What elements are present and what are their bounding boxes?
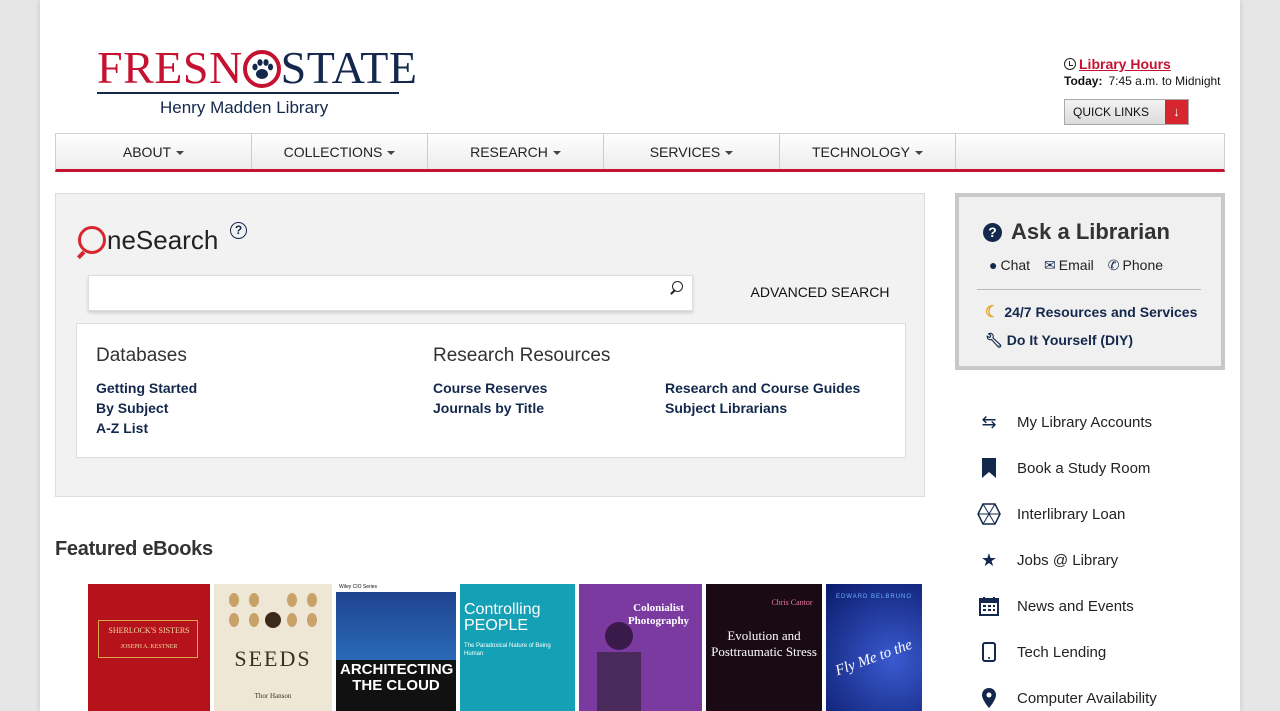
caret-down-icon [552, 151, 561, 155]
link-getting-started[interactable]: Getting Started [96, 380, 197, 396]
onesearch-panel: neSearch ? ADVANCED SEARCH Databases Get… [55, 193, 925, 497]
resources-247-link[interactable]: ☾ 24/7 Resources and Services [985, 302, 1197, 322]
side-link-interlibrary-loan[interactable]: Interlibrary Loan [976, 502, 1125, 526]
logo-divider [97, 92, 399, 94]
diy-link[interactable]: 🔧︎ Do It Yourself (DIY) [985, 332, 1133, 349]
quick-links-button[interactable]: QUICK LINKS ↓ [1064, 99, 1189, 125]
side-link-computer-availability[interactable]: Computer Availability [976, 686, 1157, 710]
envelope-icon: ✉ [1044, 257, 1056, 273]
page: FRESN STATE Henry Madden Library Library… [40, 0, 1240, 711]
ask-a-librarian-panel: ? Ask a Librarian ● Chat ✉ Email ✆ Phone ☾ 24… [955, 193, 1225, 370]
side-link-jobs[interactable]: ★ Jobs @ Library [976, 548, 1118, 572]
main-nav: ABOUT COLLECTIONS RESEARCH SERVICES TECH… [55, 133, 1225, 172]
logo-subtitle: Henry Madden Library [160, 98, 329, 117]
star-icon: ★ [980, 549, 998, 570]
side-link-news-events[interactable]: News and Events [976, 594, 1134, 618]
resources-box: Databases Getting Started By Subject A-Z… [76, 323, 906, 458]
research-resources-heading: Research Resources [433, 345, 611, 366]
ebook-cover[interactable]: Wiley CIO Series ARCHITECTING THE CLOUD [336, 584, 456, 711]
link-journals-by-title[interactable]: Journals by Title [433, 400, 544, 416]
ebook-cover[interactable]: Colonialist Photography [579, 584, 702, 711]
link-course-reserves[interactable]: Course Reserves [433, 380, 547, 396]
link-a-z-list[interactable]: A-Z List [96, 420, 148, 436]
onesearch-magnifier-icon [78, 226, 106, 254]
globe-icon [976, 502, 1002, 526]
side-link-tech-lending[interactable]: Tech Lending [976, 640, 1106, 664]
databases-heading: Databases [96, 345, 187, 366]
logo-title: FRESN STATE [97, 42, 418, 93]
tablet-icon [976, 640, 1002, 664]
caret-down-icon [915, 151, 923, 155]
ebook-cover[interactable]: Chris Cantor Evolution and Posttraumatic… [706, 584, 822, 711]
moon-icon: ☾ [985, 304, 1000, 321]
clock-icon [1064, 58, 1076, 70]
email-link[interactable]: ✉ Email [1044, 257, 1094, 274]
contact-options: ● Chat ✉ Email ✆ Phone [989, 257, 1163, 274]
ebook-cover[interactable]: SHERLOCK'S SISTERS JOSEPH A. KESTNER [88, 584, 210, 711]
caret-down-icon [725, 151, 734, 155]
nav-technology[interactable]: TECHNOLOGY [780, 134, 956, 169]
advanced-search-button[interactable]: ADVANCED SEARCH [748, 274, 892, 310]
map-marker-icon [976, 686, 1002, 710]
search-icon[interactable] [666, 278, 688, 300]
caret-down-icon [176, 151, 185, 155]
search-input[interactable] [88, 275, 693, 311]
ask-a-librarian-title[interactable]: ? Ask a Librarian [983, 219, 1170, 245]
phone-icon: ✆ [1107, 257, 1120, 273]
help-icon[interactable]: ? [230, 222, 247, 239]
nav-services[interactable]: SERVICES [604, 134, 780, 169]
chat-link[interactable]: ● Chat [989, 257, 1030, 274]
bulldog-paw-icon [242, 50, 281, 88]
arrow-down-icon: ↓ [1165, 100, 1188, 124]
side-link-study-room[interactable]: Book a Study Room [976, 456, 1150, 480]
divider [977, 289, 1201, 290]
nav-research[interactable]: RESEARCH [428, 134, 604, 169]
link-subject-librarians[interactable]: Subject Librarians [665, 400, 787, 416]
library-hours-link[interactable]: Library Hours [1079, 56, 1171, 72]
question-circle-icon: ? [983, 222, 1002, 242]
phone-link[interactable]: ✆ Phone [1108, 257, 1163, 274]
calendar-icon [976, 594, 1002, 618]
library-hours: Library Hours Today: 7:45 a.m. to Midnigh… [1064, 56, 1221, 88]
onesearch-logo: neSearch [78, 224, 218, 256]
nav-collections[interactable]: COLLECTIONS [252, 134, 428, 169]
bookmark-icon [976, 456, 1002, 480]
link-by-subject[interactable]: By Subject [96, 400, 168, 416]
ebook-cover[interactable]: Controlling PEOPLE The Paradoxical Natur… [460, 584, 575, 711]
caret-down-icon [387, 151, 396, 155]
fresno-state-logo[interactable]: FRESN STATE Henry Madden Library [97, 42, 418, 124]
ebook-cover[interactable]: EDWARD BELBRUNO Fly Me to the [826, 584, 922, 711]
exchange-icon: ⇆ [981, 411, 997, 432]
featured-ebooks-heading: Featured eBooks [55, 538, 213, 560]
today-hours: Today: 7:45 a.m. to Midnight [1064, 74, 1221, 88]
ebook-cover[interactable]: SEEDS Thor Hanson [214, 584, 332, 711]
nav-about[interactable]: ABOUT [56, 134, 252, 169]
wrench-icon: 🔧︎ [985, 332, 1003, 348]
side-link-library-accounts[interactable]: ⇆ My Library Accounts [976, 410, 1152, 434]
chat-bubble-icon: ● [989, 257, 998, 273]
link-research-course-guides[interactable]: Research and Course Guides [665, 380, 860, 396]
